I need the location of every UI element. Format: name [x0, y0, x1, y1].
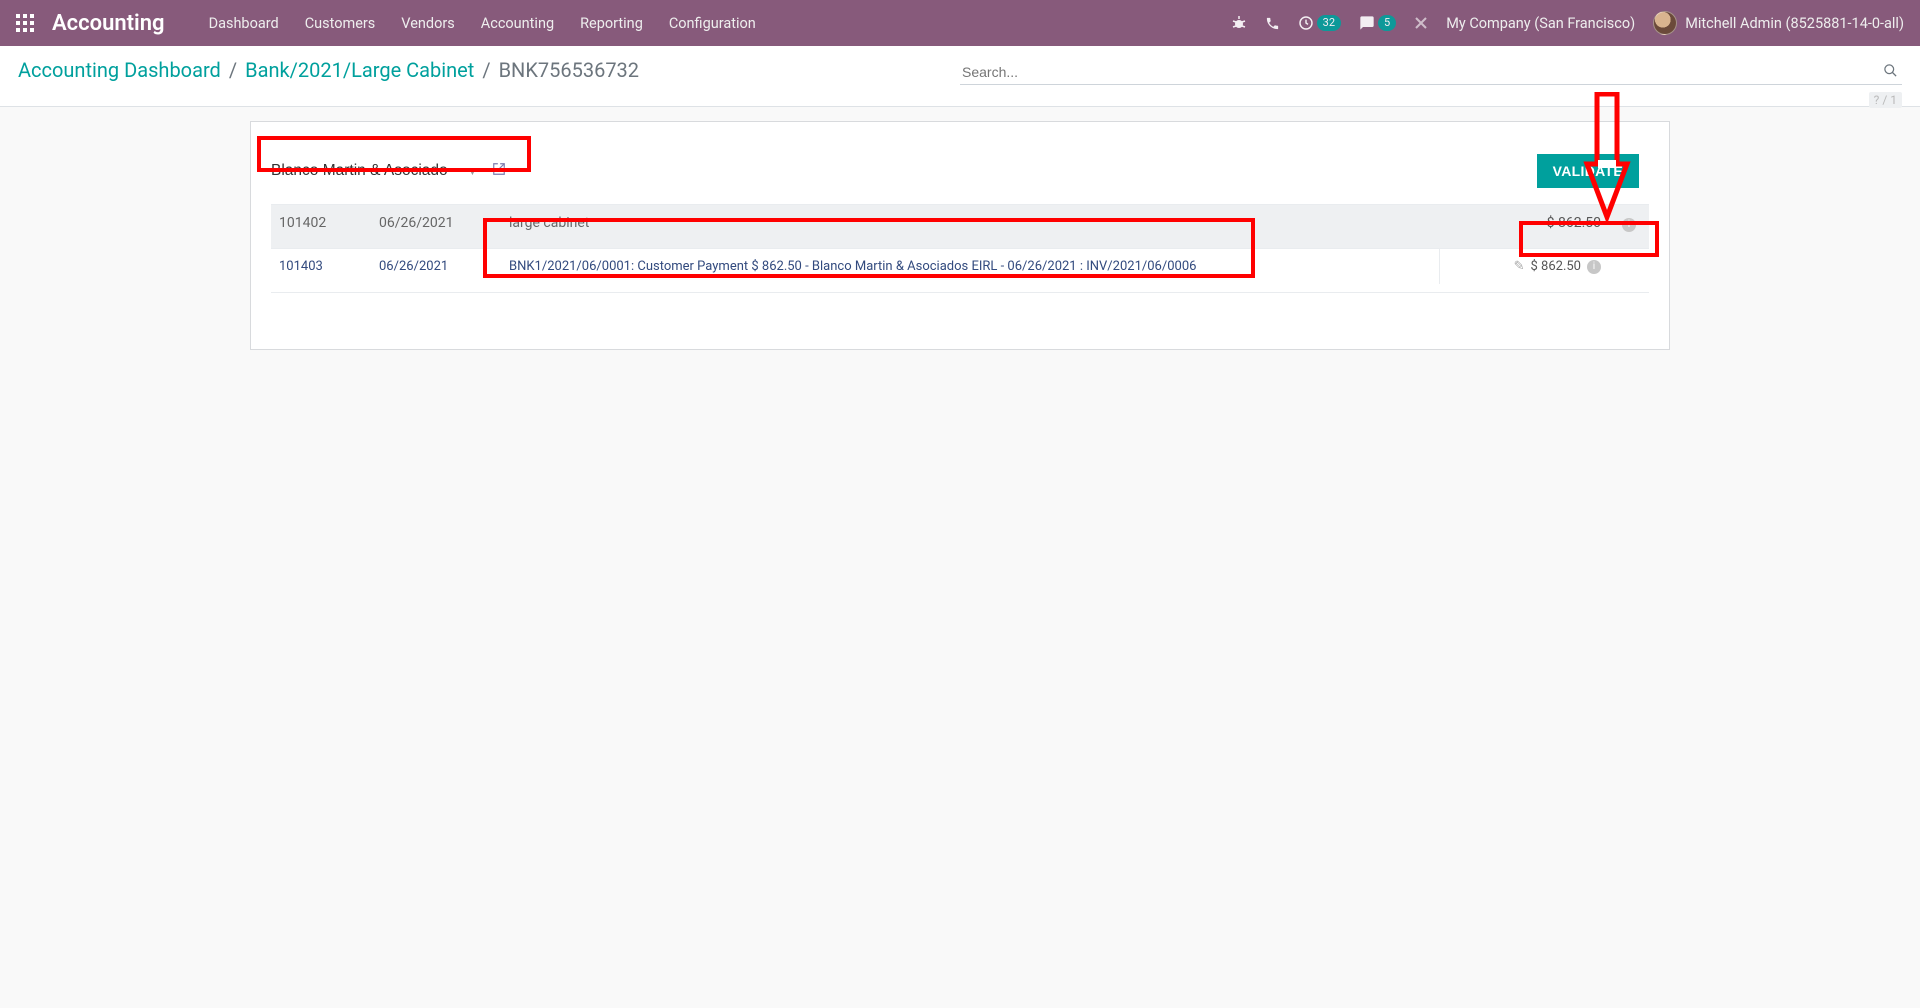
header-id: 101402: [271, 205, 371, 241]
phone-icon[interactable]: [1265, 16, 1280, 31]
bug-icon[interactable]: [1231, 15, 1247, 31]
menu-dashboard[interactable]: Dashboard: [209, 15, 279, 32]
menu-reporting[interactable]: Reporting: [580, 15, 643, 32]
line-amount: $ 862.50: [1531, 259, 1582, 274]
navbar-right: 32 5 My Company (San Francisco) Mitchell…: [1231, 11, 1904, 35]
breadcrumb-sep: /: [229, 58, 237, 82]
header-amount: $ 862.50: [1439, 205, 1609, 241]
line-trailing: [1609, 249, 1649, 269]
header-date: 06/26/2021: [371, 205, 501, 241]
apps-icon[interactable]: [16, 14, 34, 32]
menu-accounting[interactable]: Accounting: [481, 15, 554, 32]
main-area: ▼ VALIDATE 101402 06/26/2021 large cabin…: [0, 107, 1920, 350]
breadcrumb-link-1[interactable]: Bank/2021/Large Cabinet: [245, 58, 474, 82]
activities-badge: 32: [1317, 15, 1341, 31]
activities-icon[interactable]: 32: [1298, 15, 1341, 31]
app-brand[interactable]: Accounting: [52, 11, 165, 36]
validate-button[interactable]: VALIDATE: [1537, 154, 1639, 188]
user-menu[interactable]: Mitchell Admin (8525881-14-0-all): [1653, 11, 1904, 35]
top-navbar: Accounting Dashboard Customers Vendors A…: [0, 0, 1920, 46]
breadcrumb-sep: /: [482, 58, 490, 82]
user-label: Mitchell Admin (8525881-14-0-all): [1685, 15, 1904, 32]
main-menu: Dashboard Customers Vendors Accounting R…: [209, 15, 756, 32]
table-header-row: 101402 06/26/2021 large cabinet $ 862.50…: [271, 205, 1649, 249]
discuss-badge: 5: [1378, 15, 1396, 31]
line-info-icon[interactable]: i: [1587, 260, 1601, 274]
search-icon[interactable]: [1879, 63, 1902, 82]
line-desc-link[interactable]: BNK1/2021/06/0001: Customer Payment $ 86…: [509, 259, 1196, 274]
line-date: 06/26/2021: [371, 249, 501, 284]
menu-customers[interactable]: Customers: [305, 15, 376, 32]
company-selector[interactable]: My Company (San Francisco): [1446, 15, 1635, 32]
menu-vendors[interactable]: Vendors: [401, 15, 454, 32]
reconciliation-table: 101402 06/26/2021 large cabinet $ 862.50…: [271, 204, 1649, 293]
avatar: [1653, 11, 1677, 35]
breadcrumb-current: BNK756536732: [499, 58, 639, 82]
search-area: [960, 60, 1902, 85]
menu-configuration[interactable]: Configuration: [669, 15, 756, 32]
header-desc: large cabinet: [501, 205, 1439, 241]
reconciliation-sheet: ▼ VALIDATE 101402 06/26/2021 large cabin…: [250, 121, 1670, 350]
discuss-icon[interactable]: 5: [1359, 15, 1396, 31]
control-bar: Accounting Dashboard / Bank/2021/Large C…: [0, 46, 1920, 107]
search-input[interactable]: [960, 60, 1879, 84]
table-row[interactable]: 101403 06/26/2021 BNK1/2021/06/0001: Cus…: [271, 249, 1649, 293]
pager[interactable]: ? / 1: [1869, 92, 1902, 108]
header-info-icon[interactable]: i: [1609, 205, 1649, 242]
line-desc: BNK1/2021/06/0001: Customer Payment $ 86…: [501, 249, 1439, 284]
external-link-icon[interactable]: [492, 162, 506, 180]
chevron-down-icon[interactable]: ▼: [467, 165, 478, 178]
partner-input[interactable]: [271, 160, 461, 182]
line-id: 101403: [271, 249, 371, 284]
breadcrumb: Accounting Dashboard / Bank/2021/Large C…: [18, 58, 639, 82]
breadcrumb-link-0[interactable]: Accounting Dashboard: [18, 58, 221, 82]
line-amount-cell: ✎ $ 862.50 i: [1439, 249, 1609, 284]
partner-row: ▼ VALIDATE: [261, 148, 1659, 198]
close-tray-icon[interactable]: [1414, 16, 1428, 30]
pencil-icon[interactable]: ✎: [1514, 259, 1525, 274]
